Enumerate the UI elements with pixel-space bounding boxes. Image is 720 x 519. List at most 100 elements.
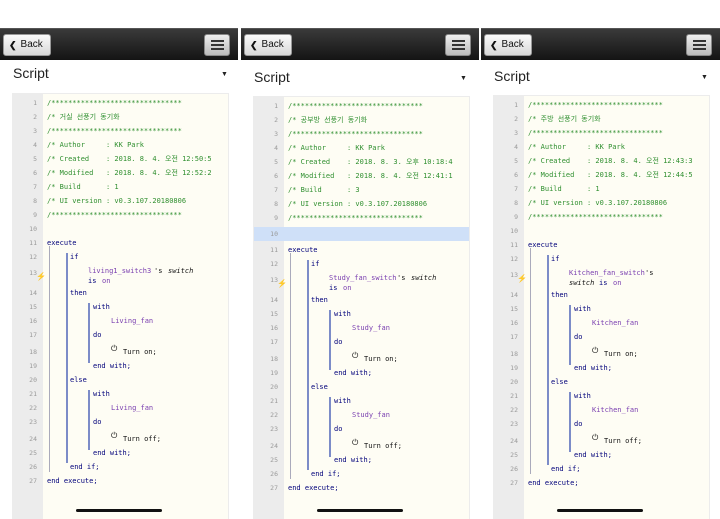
- device-name: Study_fan: [352, 324, 390, 332]
- line-number: 24: [510, 437, 518, 445]
- possessive: 's: [397, 274, 406, 282]
- power-icon: ⏻: [352, 351, 359, 360]
- back-label: Back: [501, 39, 524, 50]
- condition-device: living1_switch3: [88, 267, 152, 275]
- comment-line: /* Build : 3: [288, 186, 360, 194]
- line-number: 12: [29, 253, 37, 261]
- code-editor[interactable]: 1 2 3 4 5 6 7 8 9 10 11 12 13 14 15 16 1…: [493, 95, 710, 519]
- line-number: 12: [510, 255, 518, 263]
- back-label: Back: [20, 39, 43, 50]
- turn-off-command: Turn off;: [364, 442, 402, 450]
- with-block-bar: [88, 303, 90, 363]
- if-keyword: if: [70, 253, 79, 261]
- script-dropdown[interactable]: Script: [494, 68, 530, 84]
- with-block-bar: [88, 390, 90, 450]
- comment-line: /*******************************: [528, 213, 663, 221]
- device-name: Living_fan: [111, 404, 154, 412]
- is-keyword: is: [329, 284, 338, 292]
- with-keyword: with: [334, 310, 351, 318]
- script-dropdown[interactable]: Script: [13, 65, 49, 81]
- line-number: 20: [29, 376, 37, 384]
- back-button[interactable]: ❮ Back: [484, 34, 532, 56]
- comment-line: /* Modified : 2018. 8. 4. 오전 12:41:1: [288, 172, 453, 180]
- comment-line: /*******************************: [47, 211, 182, 219]
- script-panel-1: ❮ Back Script ▼ 1 2 3 4 5 6 7 8 9 10 11 …: [0, 28, 238, 519]
- line-number: 2: [33, 113, 37, 121]
- line-number: 10: [29, 225, 37, 233]
- line-number: 26: [29, 463, 37, 471]
- line-number: 19: [510, 364, 518, 372]
- on-value: on: [613, 279, 622, 287]
- chevron-left-icon: ❮: [250, 40, 258, 50]
- line-number: 20: [510, 378, 518, 386]
- if-block-bar: [307, 260, 309, 470]
- script-dropdown[interactable]: Script: [254, 69, 290, 85]
- line-number: 25: [270, 456, 278, 464]
- hamburger-icon: [452, 40, 465, 42]
- line-number: 16: [270, 324, 278, 332]
- block-guide: [530, 248, 531, 474]
- block-guide: [49, 246, 50, 472]
- turn-on-command: Turn on;: [364, 355, 398, 363]
- line-number: 9: [33, 211, 37, 219]
- line-number: 13: [510, 271, 518, 279]
- on-value: on: [343, 284, 352, 292]
- line-number: 21: [270, 397, 278, 405]
- menu-button[interactable]: [686, 34, 712, 56]
- menu-button[interactable]: [445, 34, 471, 56]
- line-number: 6: [33, 169, 37, 177]
- line-number: 25: [29, 449, 37, 457]
- end-if-keyword: end if;: [70, 463, 100, 471]
- line-number: 27: [270, 484, 278, 492]
- line-number: 16: [510, 319, 518, 327]
- turn-off-command: Turn off;: [604, 437, 642, 445]
- line-number: 21: [29, 390, 37, 398]
- execute-keyword: execute: [47, 239, 77, 247]
- power-icon: ⏻: [352, 438, 359, 447]
- line-number: 5: [33, 155, 37, 163]
- home-indicator: [76, 509, 162, 512]
- comment-line: /* UI version : v0.3.107.20180806: [288, 200, 428, 208]
- line-number: 22: [29, 404, 37, 412]
- line-number: 15: [270, 310, 278, 318]
- with-block-bar: [329, 310, 331, 370]
- comment-line: /* Author : KK Park: [528, 143, 625, 151]
- line-number: 23: [510, 420, 518, 428]
- line-number: 8: [33, 197, 37, 205]
- lightning-icon: ⚡: [277, 279, 287, 288]
- chevron-down-icon[interactable]: ▼: [221, 71, 228, 78]
- chevron-down-icon[interactable]: ▼: [701, 74, 708, 81]
- back-button[interactable]: ❮ Back: [244, 34, 292, 56]
- comment-line: /* Created : 2018. 8. 4. 오전 12:43:3: [528, 157, 693, 165]
- chevron-left-icon: ❮: [9, 40, 17, 50]
- device-name: Living_fan: [111, 317, 154, 325]
- lightning-icon: ⚡: [517, 274, 527, 283]
- else-keyword: else: [70, 376, 87, 384]
- comment-line: /*******************************: [288, 130, 423, 138]
- line-number: 15: [510, 305, 518, 313]
- line-number: 18: [510, 350, 518, 358]
- end-execute-keyword: end execute;: [528, 479, 579, 487]
- with-block-bar: [569, 305, 571, 365]
- is-keyword: is: [88, 277, 97, 285]
- line-number: 12: [270, 260, 278, 268]
- comment-line: /* Modified : 2018. 8. 4. 오전 12:44:5: [528, 171, 693, 179]
- chevron-down-icon[interactable]: ▼: [460, 75, 467, 82]
- turn-on-command: Turn on;: [123, 348, 157, 356]
- code-editor[interactable]: 1 2 3 4 5 6 7 8 9 10 11 12 13 14 15 16 1…: [12, 93, 229, 519]
- line-number: 20: [270, 383, 278, 391]
- then-keyword: then: [551, 291, 568, 299]
- line-number: 7: [274, 186, 278, 194]
- line-number: 10: [510, 227, 518, 235]
- line-number: 26: [510, 465, 518, 473]
- menu-button[interactable]: [204, 34, 230, 56]
- code-editor[interactable]: 1 2 3 4 5 6 7 8 9 10 11 12 13 14 15 16 1…: [253, 96, 470, 519]
- line-number: 19: [29, 362, 37, 370]
- comment-line: /*******************************: [47, 127, 182, 135]
- with-keyword: with: [93, 390, 110, 398]
- end-execute-keyword: end execute;: [288, 484, 339, 492]
- line-number: 1: [274, 102, 278, 110]
- comment-line: /* Modified : 2018. 8. 4. 오전 12:52:2: [47, 169, 212, 177]
- if-block-bar: [547, 255, 549, 465]
- back-button[interactable]: ❮ Back: [3, 34, 51, 56]
